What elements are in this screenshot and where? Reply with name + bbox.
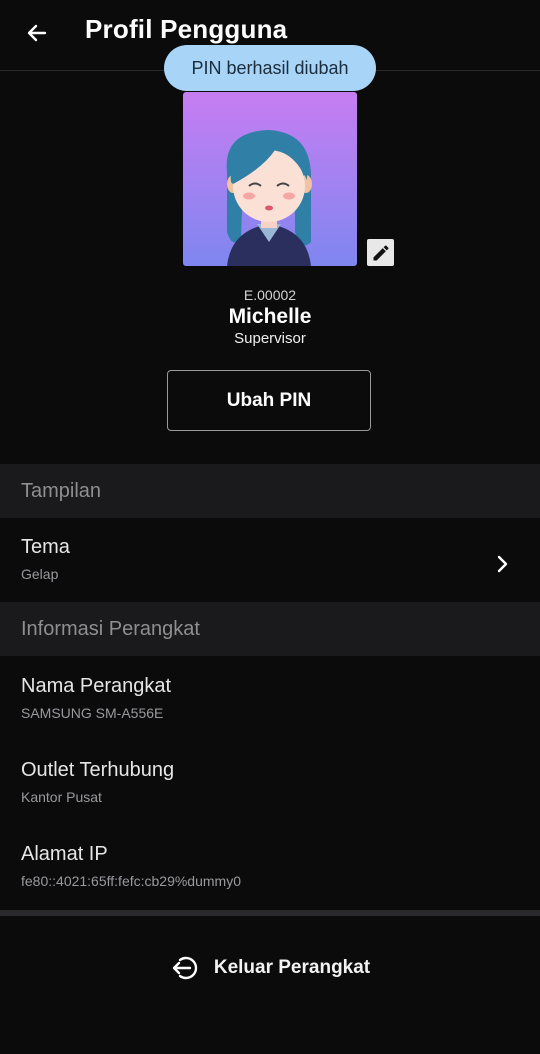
outlet-value: Kantor Pusat	[21, 789, 102, 805]
employee-role: Supervisor	[234, 330, 306, 347]
employee-name: Michelle	[228, 305, 312, 328]
change-pin-button[interactable]: Ubah PIN	[167, 370, 371, 431]
ip-address-label: Alamat IP	[21, 843, 108, 865]
divider	[0, 910, 540, 916]
outlet-label: Outlet Terhubung	[21, 759, 175, 781]
section-header-appearance: Tampilan	[0, 464, 540, 518]
theme-value: Gelap	[21, 566, 59, 582]
section-header-device: Informasi Perangkat	[0, 602, 540, 656]
ip-address-value: fe80::4021:65ff:fefc:cb29%dummy0	[21, 873, 241, 889]
toast-message: PIN berhasil diubah	[164, 45, 376, 91]
back-button[interactable]	[22, 18, 52, 48]
device-name-label: Nama Perangkat	[21, 675, 172, 697]
employee-id: E.00002	[243, 287, 297, 303]
page-title: Profil Pengguna	[85, 14, 288, 44]
edit-photo-button[interactable]	[367, 239, 394, 266]
logout-icon	[172, 956, 197, 980]
logout-label: Keluar Perangkat	[213, 957, 371, 978]
device-name-value: SAMSUNG SM-A556E	[21, 705, 164, 721]
profile-avatar	[183, 92, 357, 266]
outlet-row: Outlet Terhubung Kantor Pusat	[0, 759, 540, 805]
theme-label: Tema	[21, 536, 70, 558]
device-name-row: Nama Perangkat SAMSUNG SM-A556E	[0, 675, 540, 721]
pencil-icon	[373, 244, 389, 260]
chevron-right-icon	[497, 555, 508, 573]
arrow-left-icon	[27, 24, 47, 42]
theme-row[interactable]: Tema Gelap	[0, 536, 540, 602]
logout-button[interactable]: Keluar Perangkat	[0, 945, 540, 991]
ip-address-row: Alamat IP fe80::4021:65ff:fefc:cb29%dumm…	[0, 843, 540, 889]
